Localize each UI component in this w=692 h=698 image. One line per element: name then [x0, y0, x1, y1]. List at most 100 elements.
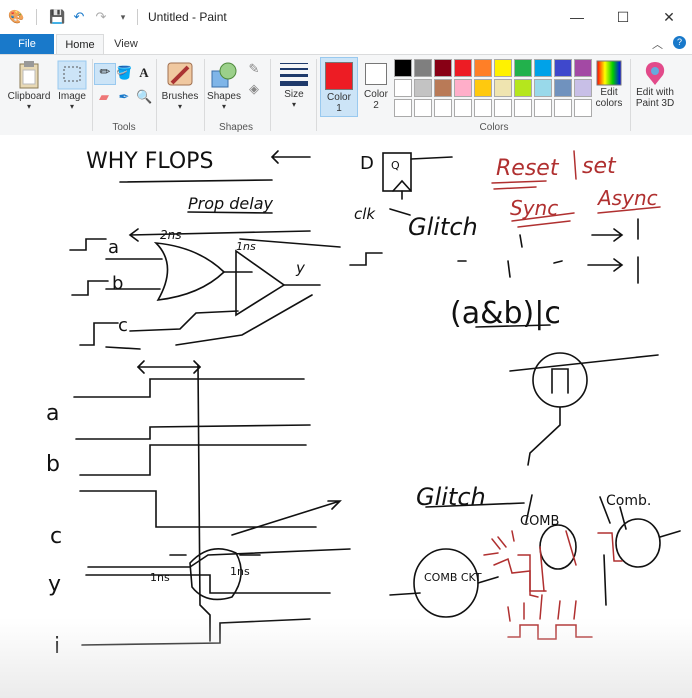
chevron-down-icon: ▾ — [26, 102, 31, 111]
colors-group-label: Colors — [479, 122, 509, 133]
drawing-canvas[interactable]: WHY FLOPS Prop delay 2ns 1ns a b c y clk… — [10, 135, 692, 698]
clk-label: clk — [354, 205, 376, 223]
color1-button[interactable]: Color 1 — [320, 57, 358, 117]
brush-icon — [167, 62, 193, 86]
palette-swatch[interactable] — [394, 99, 412, 117]
comb-ckt-label: COMB CKT — [424, 571, 482, 584]
palette-swatch[interactable] — [574, 79, 592, 97]
image-label: Image — [58, 91, 86, 102]
palette-swatch[interactable] — [554, 99, 572, 117]
paint-app-icon: 🎨 — [8, 9, 25, 24]
shapes-button[interactable]: Shapes ▾ — [206, 59, 242, 111]
palette-swatch[interactable] — [494, 59, 512, 77]
canvas-area: WHY FLOPS Prop delay 2ns 1ns a b c y clk… — [0, 135, 692, 698]
close-button[interactable]: ✕ — [646, 0, 692, 34]
magnifier-icon[interactable]: 🔍 — [136, 89, 152, 105]
color-picker-icon[interactable]: ✒ — [116, 89, 132, 105]
palette-swatch[interactable] — [514, 79, 532, 97]
wave-c-label: c — [50, 524, 62, 549]
divider — [156, 59, 157, 131]
image-button[interactable]: Image ▾ — [54, 59, 90, 111]
edit-colors-button[interactable]: Edit colors — [592, 59, 626, 109]
tools-group-label: Tools — [112, 122, 136, 133]
input-c-label: c — [118, 315, 128, 336]
palette-swatch[interactable] — [554, 79, 572, 97]
palette-swatch[interactable] — [534, 59, 552, 77]
color-palette — [394, 59, 592, 117]
tab-view[interactable]: View — [108, 34, 144, 54]
palette-swatch[interactable] — [554, 59, 572, 77]
palette-swatch[interactable] — [454, 79, 472, 97]
palette-swatch[interactable] — [414, 99, 432, 117]
palette-swatch[interactable] — [494, 79, 512, 97]
divider — [204, 59, 205, 131]
palette-swatch[interactable] — [514, 59, 532, 77]
divider — [630, 59, 631, 131]
pencil-icon[interactable]: ✏ — [94, 63, 116, 85]
edit-paint3d-button[interactable]: Edit with Paint 3D — [632, 59, 678, 109]
title-bar: 🎨 💾 ↶ ↷ ▾ Untitled - Paint — ☐ ✕ — [0, 0, 692, 34]
eraser-icon[interactable]: ▰ — [96, 89, 112, 105]
palette-swatch[interactable] — [394, 79, 412, 97]
fill-icon[interactable]: 🪣 — [116, 65, 132, 81]
tab-file[interactable]: File — [0, 34, 54, 54]
palette-swatch[interactable] — [574, 59, 592, 77]
palette-swatch[interactable] — [454, 59, 472, 77]
palette-swatch[interactable] — [494, 99, 512, 117]
size-label: Size — [284, 89, 304, 100]
palette-swatch[interactable] — [474, 59, 492, 77]
palette-swatch[interactable] — [534, 99, 552, 117]
brushes-button[interactable]: Brushes ▾ — [160, 59, 200, 111]
palette-swatch[interactable] — [514, 99, 532, 117]
quick-access-toolbar: 🎨 💾 ↶ ↷ ▾ — [8, 9, 131, 25]
palette-swatch[interactable] — [394, 59, 412, 77]
palette-swatch[interactable] — [534, 79, 552, 97]
select-icon — [57, 60, 87, 90]
divider — [137, 9, 138, 25]
glitch-bottom-text: Glitch — [416, 483, 486, 511]
sketch-labels: WHY FLOPS Prop delay 2ns 1ns a b c y clk… — [46, 149, 651, 659]
input-a-label: a — [108, 237, 119, 258]
color2-button[interactable]: Color 2 — [358, 57, 394, 115]
rainbow-icon — [596, 60, 622, 86]
ribbon: Clipboard ▾ Image ▾ ✏ 🪣 A ▰ ✒ 🔍 Tools Br… — [0, 54, 692, 136]
comb1-label: COMB — [520, 514, 559, 529]
redo-icon[interactable]: ↷ — [93, 9, 109, 25]
async-text: Async — [596, 186, 658, 210]
palette-swatch[interactable] — [474, 99, 492, 117]
save-icon[interactable]: 💾 — [49, 9, 65, 25]
maximize-button[interactable]: ☐ — [600, 0, 646, 34]
palette-swatch[interactable] — [434, 59, 452, 77]
shapes-label: Shapes — [207, 91, 241, 102]
collapse-ribbon-icon[interactable]: ︿ — [652, 36, 663, 52]
palette-swatch[interactable] — [414, 59, 432, 77]
fill-style-icon[interactable]: ◈ — [246, 81, 262, 97]
palette-swatch[interactable] — [474, 79, 492, 97]
color2-swatch — [365, 63, 387, 85]
help-icon[interactable]: ? — [673, 36, 686, 49]
color2-label: Color 2 — [364, 89, 388, 111]
palette-swatch[interactable] — [454, 99, 472, 117]
customize-dropdown-icon[interactable]: ▾ — [115, 12, 131, 23]
ff-d-label: D — [360, 153, 374, 174]
palette-swatch[interactable] — [414, 79, 432, 97]
edit-paint3d-label: Edit with Paint 3D — [635, 87, 675, 109]
input-b-label: b — [112, 273, 123, 294]
tab-home[interactable]: Home — [56, 34, 104, 54]
minimize-button[interactable]: — — [554, 0, 600, 34]
clipboard-button[interactable]: Clipboard ▾ — [6, 59, 52, 111]
window-title: Untitled - Paint — [148, 10, 227, 24]
prop-delay-text: Prop delay — [188, 194, 274, 213]
color1-label: Color 1 — [327, 92, 351, 114]
size-button[interactable]: Size ▾ — [276, 59, 312, 109]
edit-colors-label: Edit colors — [595, 87, 623, 109]
palette-swatch[interactable] — [434, 99, 452, 117]
divider — [92, 59, 93, 131]
outline-icon[interactable]: ✎ — [246, 61, 262, 77]
chevron-down-icon: ▾ — [291, 100, 296, 109]
text-icon[interactable]: A — [136, 65, 152, 81]
undo-icon[interactable]: ↶ — [71, 9, 87, 25]
palette-swatch[interactable] — [574, 99, 592, 117]
brushes-label: Brushes — [161, 91, 199, 102]
palette-swatch[interactable] — [434, 79, 452, 97]
